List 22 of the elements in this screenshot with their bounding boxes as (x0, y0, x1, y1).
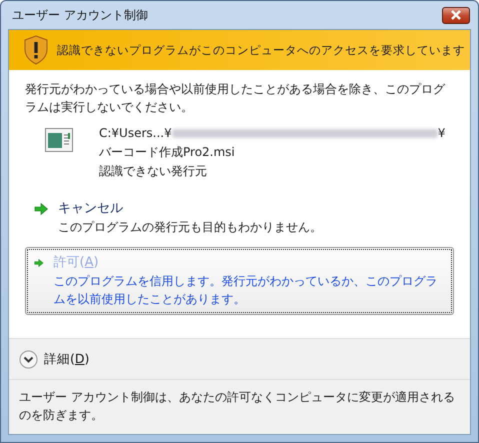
program-name: バーコード作成Pro2.msi (99, 144, 236, 161)
option-description: このプログラムを信用します。発行元がわかっているか、このプログラムを以前使用したことがあります。 (54, 273, 439, 308)
option-button[interactable]: 許可(A) このプログラムを信用します。発行元がわかっているか、このプログラムを以前使用したことがあります。 (25, 247, 454, 315)
installer-icon (45, 128, 73, 152)
option-button[interactable]: キャンセル このプログラムの発行元も目的もわかりません。 (25, 193, 454, 243)
publisher-text: 認識できない発行元 (99, 163, 208, 180)
banner-text: 認識できないプログラムがこのコンピュータへのアクセスを要求しています (57, 42, 465, 58)
path-text: ¥ (438, 125, 446, 142)
arrow-icon (34, 203, 48, 215)
option-label: キャンセル (58, 200, 124, 218)
footer-text: ユーザー アカウント制御は、あなたの許可なくコンピュータに変更が適用されるのを防ぎます。 (19, 389, 456, 424)
details-button[interactable]: 詳細(D) (19, 350, 90, 368)
option-description: このプログラムの発行元も目的もわかりません。 (58, 219, 322, 236)
path-text: C:¥Users...¥ (99, 125, 172, 142)
window-title: ユーザー アカウント制御 (11, 6, 148, 24)
intro-text: 発行元がわかっている場合や以前使用したことがある場合を除き、このプログラムは実行しないでください。 (25, 81, 446, 116)
close-icon (449, 10, 463, 20)
option-label: 許可(A) (54, 254, 100, 272)
arrow-icon (34, 257, 44, 269)
chevron-icon (19, 350, 38, 368)
close-button[interactable] (442, 6, 470, 24)
shield-warning-icon (23, 35, 49, 65)
